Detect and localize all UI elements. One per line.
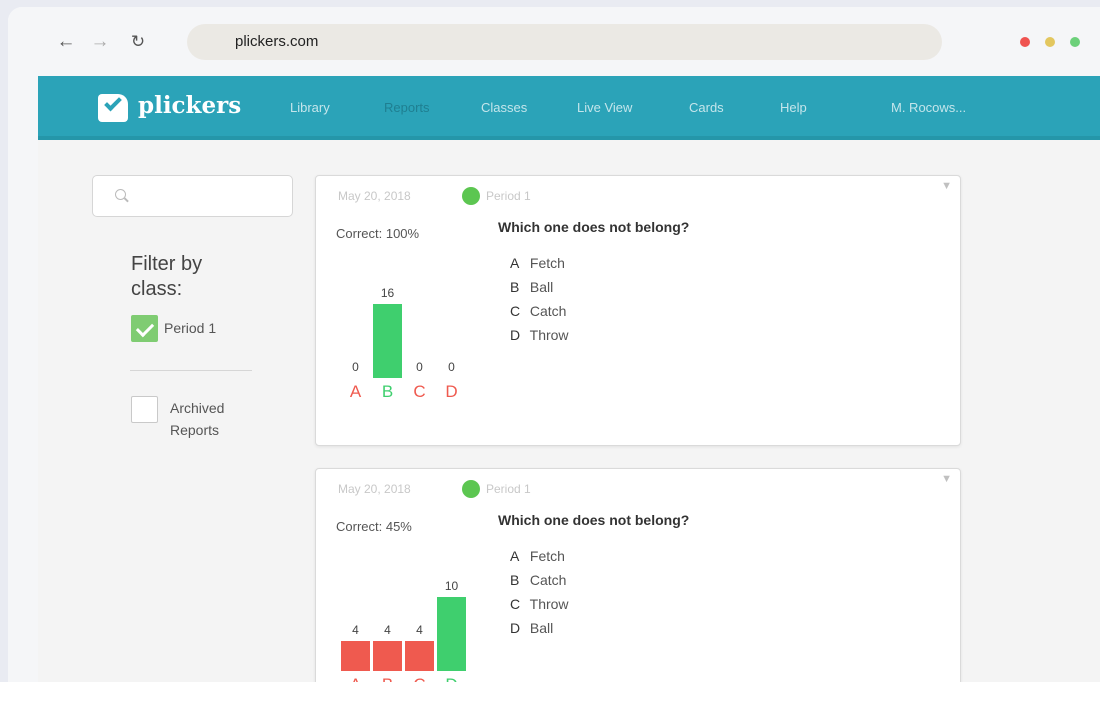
chart-bar-c [405,641,434,671]
bar-count-d: 10 [444,579,459,593]
nav-reports[interactable]: Reports [384,100,430,115]
choice-b: B Ball [510,279,554,295]
chart-bar-d [437,597,466,671]
correct-percentage: Correct: 100% [336,226,420,241]
green-window-dot[interactable] [1070,37,1080,47]
class-color-dot [462,480,480,498]
chart-bar-a [341,641,370,671]
bar-count-c: 4 [416,623,423,637]
back-arrow-icon[interactable]: ← [55,31,77,53]
chart-bar-b [373,304,402,378]
bar-count-d: 0 [448,360,455,374]
nav-help[interactable]: Help [780,100,807,115]
filter-title: Filter by class: [131,253,203,300]
report-card[interactable]: May 20, 2018 Period 1 ▼ Correct: 45% Whi… [315,468,961,689]
question-text: Which one does not belong? [498,219,690,235]
choice-d: D Throw [510,327,569,343]
report-card[interactable]: May 20, 2018 Period 1 ▼ Correct: 100% Wh… [315,175,961,446]
address-bar[interactable]: plickers.com [187,24,942,60]
correct-percentage: Correct: 45% [336,519,412,534]
app-navbar: plickers Library Reports Classes Live Vi… [38,76,1100,140]
bar-count-c: 0 [416,360,423,374]
page-viewport: plickers Library Reports Classes Live Vi… [38,76,1100,689]
report-date: May 20, 2018 [338,189,411,203]
card-menu-chevron-icon[interactable]: ▼ [941,180,952,192]
card-menu-chevron-icon[interactable]: ▼ [941,473,952,485]
choice-b: B Catch [510,572,567,588]
nav-classes[interactable]: Classes [481,100,527,115]
red-window-dot[interactable] [1020,37,1030,47]
choice-a: A Fetch [510,255,565,271]
report-class: Period 1 [486,482,531,496]
page-bottom-strip [0,682,1100,718]
archived-reports-label[interactable]: Archived Reports [170,397,250,441]
bar-count-a: 0 [352,360,359,374]
bar-letter-c: C [413,382,426,401]
choice-c: C Catch [510,303,567,319]
archived-reports-checkbox[interactable] [131,396,158,423]
period-1-checkbox[interactable] [131,315,158,342]
search-input[interactable] [92,175,293,217]
app-logo-text[interactable]: plickers [138,92,241,119]
nav-cards[interactable]: Cards [689,100,724,115]
bar-letter-a: A [349,382,362,401]
bar-letter-d: D [445,382,458,401]
answer-choices: A Fetch B Catch C Throw D Ball [510,544,569,640]
chart-bar-b [373,641,402,671]
choice-d: D Ball [510,620,554,636]
forward-arrow-icon[interactable]: → [89,31,111,53]
yellow-window-dot[interactable] [1045,37,1055,47]
response-chart: 4A4B4C10D [341,579,481,689]
report-date: May 20, 2018 [338,482,411,496]
response-chart: 0 A 16 B 0 C 0 D [341,286,481,402]
search-icon [115,189,126,200]
bar-count-b: 16 [380,286,395,300]
bar-count-b: 4 [384,623,391,637]
question-text: Which one does not belong? [498,512,690,528]
report-class: Period 1 [486,189,531,203]
nav-library[interactable]: Library [290,100,330,115]
class-color-dot [462,187,480,205]
bar-letter-b: B [381,382,394,401]
nav-user-menu[interactable]: M. Rocows... [891,100,966,115]
sidebar-divider [130,370,252,371]
choice-c: C Throw [510,596,569,612]
bar-count-a: 4 [352,623,359,637]
choice-a: A Fetch [510,548,565,564]
reload-icon[interactable]: ↻ [127,31,149,53]
browser-chrome: ← → ↻ plickers.com [8,7,1100,75]
browser-window: ← → ↻ plickers.com plickers Library Repo… [8,7,1100,718]
answer-choices: A Fetch B Ball C Catch D Throw [510,251,569,347]
nav-live-view[interactable]: Live View [577,100,632,115]
period-1-label[interactable]: Period 1 [164,317,216,339]
